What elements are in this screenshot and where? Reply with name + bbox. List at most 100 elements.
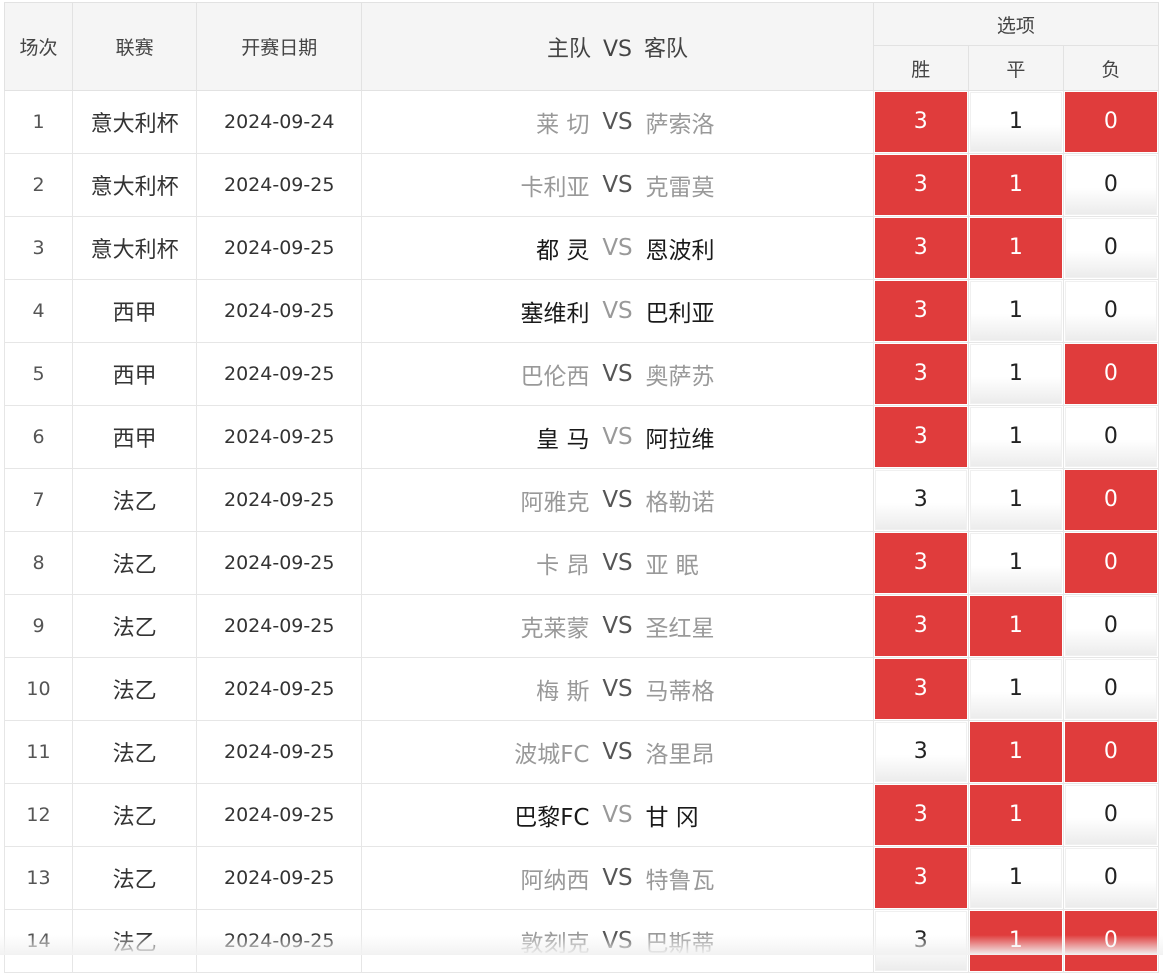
header-win: 胜 xyxy=(872,45,969,91)
vs-label: VS xyxy=(602,487,633,513)
header-date: 开赛日期 xyxy=(196,2,363,91)
away-team: 圣红星 xyxy=(645,616,715,642)
row-league: 意大利杯 xyxy=(72,90,198,154)
option-lose-button[interactable]: 0 xyxy=(1064,281,1157,341)
option-lose-button[interactable]: 0 xyxy=(1064,344,1157,404)
row-date: 2024-09-25 xyxy=(196,846,363,910)
table-row: 4 西甲 2024-09-25 塞维利 VS 巴利亚 3 1 0 xyxy=(3,279,1160,343)
option-lose-button[interactable]: 0 xyxy=(1064,596,1157,656)
option-win-button[interactable]: 3 xyxy=(874,533,967,593)
vs-label: VS xyxy=(602,298,633,324)
option-draw-button[interactable]: 1 xyxy=(969,92,1062,152)
option-win-button[interactable]: 3 xyxy=(874,596,967,656)
option-win-button[interactable]: 3 xyxy=(874,722,967,782)
option-draw-button[interactable]: 1 xyxy=(969,533,1062,593)
table-row: 11 法乙 2024-09-25 波城FC VS 洛里昂 3 1 0 xyxy=(3,720,1160,784)
table-row: 12 法乙 2024-09-25 巴黎FC VS 甘 冈 3 1 0 xyxy=(3,783,1160,847)
header-lose: 负 xyxy=(1062,45,1160,91)
option-draw-button[interactable]: 1 xyxy=(969,155,1062,215)
option-lose-button[interactable]: 0 xyxy=(1064,92,1157,152)
header-options: 选项 xyxy=(872,2,1160,46)
option-win-button[interactable]: 3 xyxy=(874,155,967,215)
option-lose-button[interactable]: 0 xyxy=(1064,407,1157,467)
option-draw-button[interactable]: 1 xyxy=(969,848,1062,908)
option-draw-button[interactable]: 1 xyxy=(969,596,1062,656)
header-match: 主队 VS 客队 xyxy=(361,2,874,91)
home-team: 卡利亚 xyxy=(520,175,590,201)
row-match: 巴黎FC VS 甘 冈 xyxy=(361,783,874,847)
table-row: 2 意大利杯 2024-09-25 卡利亚 VS 克雷莫 3 1 0 xyxy=(3,153,1160,217)
row-league: 法乙 xyxy=(72,531,198,595)
row-index: 3 xyxy=(3,216,74,280)
option-lose-button[interactable]: 0 xyxy=(1064,659,1157,719)
row-index: 5 xyxy=(3,342,74,406)
row-league: 法乙 xyxy=(72,468,198,532)
row-league: 法乙 xyxy=(72,720,198,784)
option-draw-button[interactable]: 1 xyxy=(969,785,1062,845)
header-league: 联赛 xyxy=(72,2,198,91)
vs-label: VS xyxy=(602,235,633,261)
table-row: 3 意大利杯 2024-09-25 都 灵 VS 恩波利 3 1 0 xyxy=(3,216,1160,280)
row-match: 克莱蒙 VS 圣红星 xyxy=(361,594,874,658)
row-index: 12 xyxy=(3,783,74,847)
home-team: 波城FC xyxy=(514,742,590,768)
row-match: 莱 切 VS 萨索洛 xyxy=(361,90,874,154)
row-date: 2024-09-25 xyxy=(196,468,363,532)
row-index: 2 xyxy=(3,153,74,217)
option-lose-button[interactable]: 0 xyxy=(1064,533,1157,593)
option-win-button[interactable]: 3 xyxy=(874,659,967,719)
option-win-button[interactable]: 3 xyxy=(874,470,967,530)
match-table: 场次 联赛 开赛日期 主队 VS 客队 选项 胜 平 负 1 意大利杯 2024-0… xyxy=(3,2,1160,973)
away-team: 洛里昂 xyxy=(645,742,715,768)
row-match: 波城FC VS 洛里昂 xyxy=(361,720,874,784)
option-lose-button[interactable]: 0 xyxy=(1064,470,1157,530)
option-draw-button[interactable]: 1 xyxy=(969,281,1062,341)
option-lose-button[interactable]: 0 xyxy=(1064,785,1157,845)
option-draw-button[interactable]: 1 xyxy=(969,344,1062,404)
row-index: 6 xyxy=(3,405,74,469)
vs-label: VS xyxy=(602,676,633,702)
option-win-button[interactable]: 3 xyxy=(874,407,967,467)
row-match: 卡利亚 VS 克雷莫 xyxy=(361,153,874,217)
row-date: 2024-09-25 xyxy=(196,783,363,847)
away-team: 奥萨苏 xyxy=(645,364,715,390)
row-league: 西甲 xyxy=(72,279,198,343)
away-team: 恩波利 xyxy=(645,238,715,264)
option-draw-button[interactable]: 1 xyxy=(969,722,1062,782)
row-league: 西甲 xyxy=(72,342,198,406)
home-team: 克莱蒙 xyxy=(520,616,590,642)
option-win-button[interactable]: 3 xyxy=(874,92,967,152)
option-draw-button[interactable]: 1 xyxy=(969,470,1062,530)
home-team: 塞维利 xyxy=(520,301,590,327)
row-date: 2024-09-25 xyxy=(196,405,363,469)
away-team: 甘 冈 xyxy=(645,805,699,831)
row-index: 4 xyxy=(3,279,74,343)
option-lose-button[interactable]: 0 xyxy=(1064,722,1157,782)
option-win-button[interactable]: 3 xyxy=(874,848,967,908)
table-row: 13 法乙 2024-09-25 阿纳西 VS 特鲁瓦 3 1 0 xyxy=(3,846,1160,910)
table-row: 8 法乙 2024-09-25 卡 昂 VS 亚 眠 3 1 0 xyxy=(3,531,1160,595)
option-win-button[interactable]: 3 xyxy=(874,344,967,404)
option-draw-button[interactable]: 1 xyxy=(969,407,1062,467)
row-league: 意大利杯 xyxy=(72,153,198,217)
option-win-button[interactable]: 3 xyxy=(874,785,967,845)
option-win-button[interactable]: 3 xyxy=(874,218,967,278)
row-match: 阿雅克 VS 格勒诺 xyxy=(361,468,874,532)
option-lose-button[interactable]: 0 xyxy=(1064,848,1157,908)
vs-label: VS xyxy=(602,424,633,450)
vs-label: VS xyxy=(602,613,633,639)
option-win-button[interactable]: 3 xyxy=(874,281,967,341)
away-team: 巴利亚 xyxy=(645,301,715,327)
option-draw-button[interactable]: 1 xyxy=(969,218,1062,278)
option-lose-button[interactable]: 0 xyxy=(1064,155,1157,215)
vs-label: VS xyxy=(602,739,633,765)
vs-label: VS xyxy=(602,865,633,891)
away-team: 阿拉维 xyxy=(645,427,715,453)
option-draw-button[interactable]: 1 xyxy=(969,659,1062,719)
option-lose-button[interactable]: 0 xyxy=(1064,218,1157,278)
row-date: 2024-09-25 xyxy=(196,279,363,343)
table-body: 1 意大利杯 2024-09-24 莱 切 VS 萨索洛 3 1 0 2 意大利杯 … xyxy=(3,90,1160,973)
row-league: 法乙 xyxy=(72,657,198,721)
away-team: 特鲁瓦 xyxy=(645,868,715,894)
table-row: 5 西甲 2024-09-25 巴伦西 VS 奥萨苏 3 1 0 xyxy=(3,342,1160,406)
